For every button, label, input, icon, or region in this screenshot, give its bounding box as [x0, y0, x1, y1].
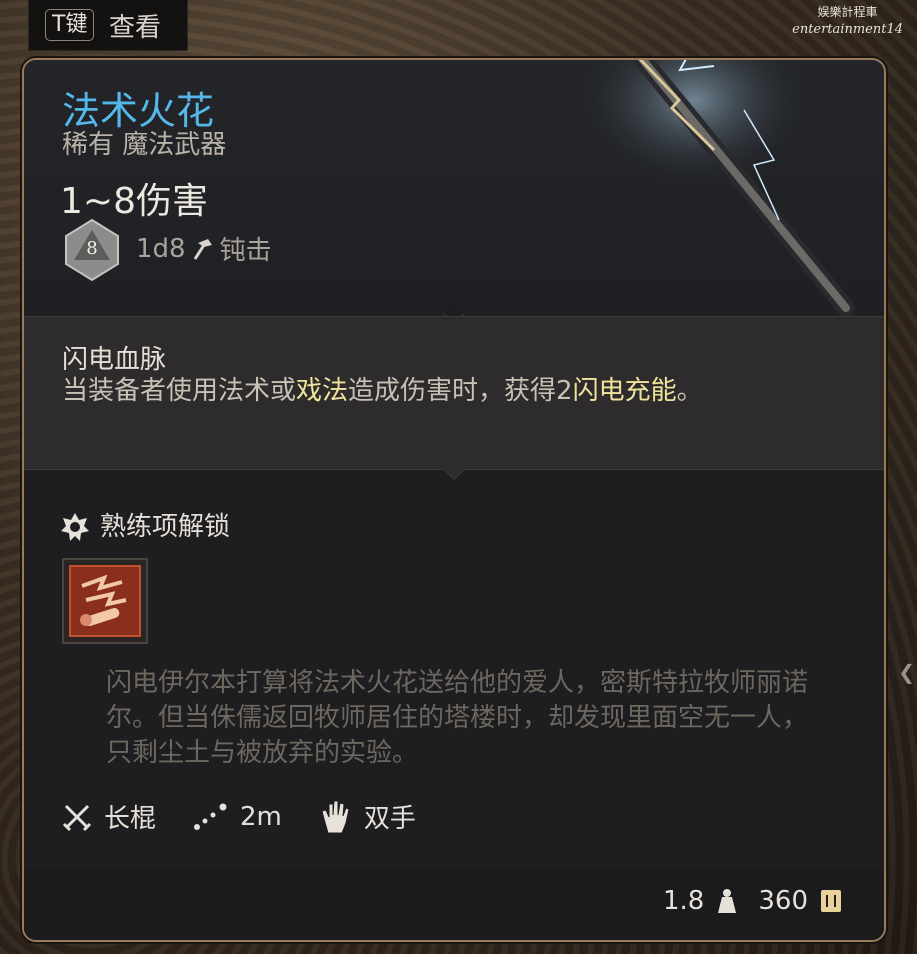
handedness-label: 双手 [363, 804, 416, 834]
item-lore: 闪电伊尔本打算将法术火花送给他的爱人，密斯特拉牧师丽诺尔。但当侏儒返回牧师居住的… [106, 668, 809, 768]
passive-name: 闪电血脉 [62, 345, 167, 375]
crossed-swords-icon [62, 804, 92, 831]
item-tooltip: 法术火花 稀有 魔法武器 1~8伤害 8 1d8 钝击 闪电血脉 当装备者使用法… [22, 58, 886, 942]
gold-icon [821, 890, 841, 912]
passive-text-1: 当装备者使用法术或 [62, 376, 297, 406]
hand-icon [321, 800, 350, 833]
tooltip-header: 法术火花 稀有 魔法武器 1~8伤害 8 1d8 钝击 [24, 60, 884, 317]
item-properties: 长棍 2m 双手 [62, 798, 452, 835]
weapon-handedness: 双手 [318, 798, 416, 835]
range-icon [194, 803, 227, 830]
dice-info: 1d8 钝击 [136, 230, 272, 267]
passive-text-3: 。 [676, 376, 703, 406]
die-face: 8 [86, 238, 97, 259]
item-damage: 1~8伤害 [60, 181, 208, 222]
passive-description: 当装备者使用法术或戏法造成伤害时，获得2闪电充能。 [62, 373, 802, 409]
watermark-line2: entertainment14 [792, 22, 903, 37]
weapon-image [584, 60, 855, 317]
weapon-range: 2m [192, 802, 282, 832]
damage-type: 钝击 [219, 236, 272, 266]
die-d8-icon: 8 [65, 218, 119, 282]
weapon-type: 长棍 [62, 798, 156, 835]
item-rarity-type: 稀有 魔法武器 [62, 130, 227, 160]
item-price: 360 [758, 886, 808, 916]
weapon-type-label: 长棍 [104, 804, 157, 834]
skill-icon [69, 565, 141, 637]
weight-icon [718, 889, 737, 913]
range-label: 2m [240, 801, 282, 832]
keyword-lightning-charge[interactable]: 闪电充能 [573, 376, 677, 406]
skill-slot[interactable] [62, 558, 148, 644]
chevron-right-icon[interactable]: ❮ [898, 660, 915, 684]
proficiency-title: 熟练项解锁 [100, 512, 231, 542]
watermark: 娱樂計程車 entertainment14 [792, 4, 903, 38]
keybind-badge: T键 [45, 9, 95, 41]
inspect-label: 查看 [109, 13, 162, 43]
proficiency-badge-icon [61, 513, 89, 541]
dice-value: 1d8 [136, 233, 186, 264]
item-footer: 1.8 360 [663, 886, 844, 916]
hammer-icon [193, 238, 212, 260]
passive-section: 闪电血脉 当装备者使用法术或戏法造成伤害时，获得2闪电充能。 [24, 316, 884, 470]
item-weight: 1.8 [663, 886, 705, 916]
watermark-line1: 娱樂計程車 [817, 5, 878, 19]
keyword-cantrip[interactable]: 戏法 [296, 376, 348, 406]
inspect-hint[interactable]: T键 查看 [28, 0, 188, 51]
passive-text-2: 造成伤害时，获得2 [348, 376, 573, 406]
